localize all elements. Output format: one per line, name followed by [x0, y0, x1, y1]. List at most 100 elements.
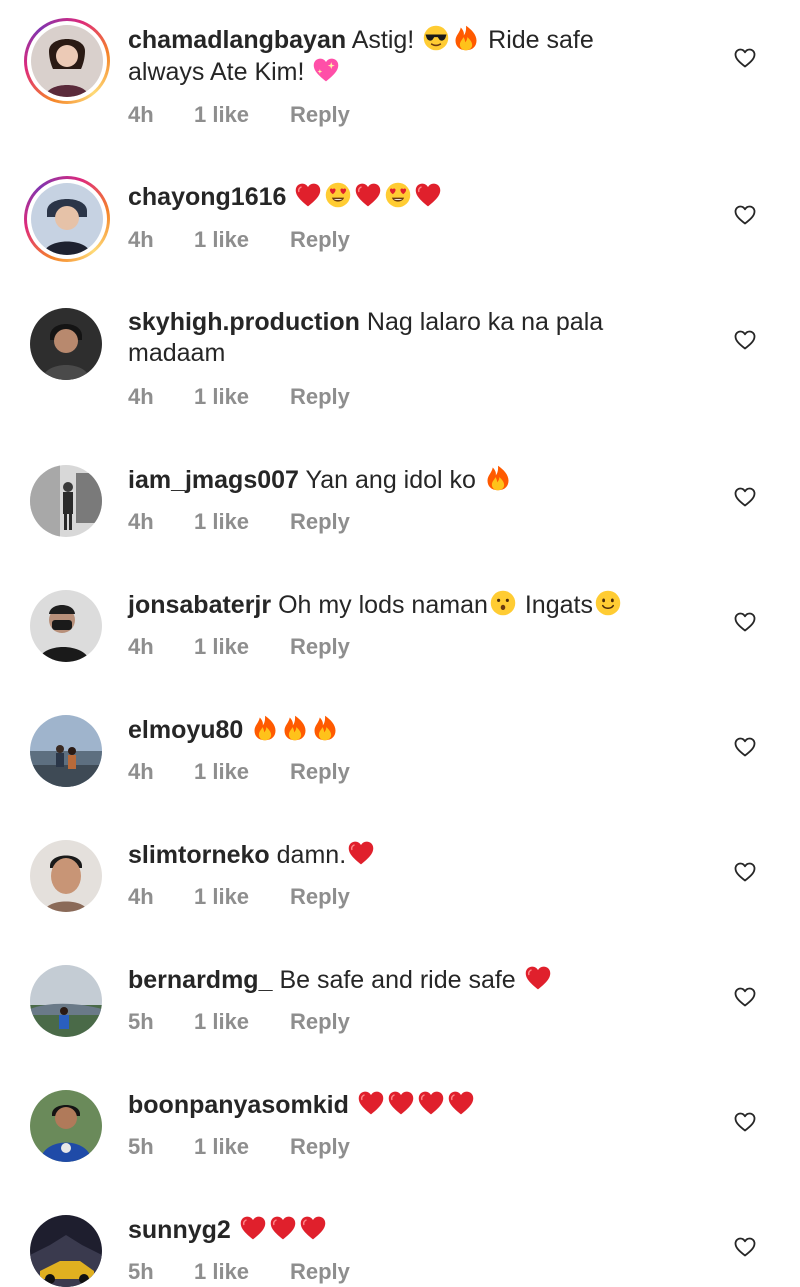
comment-timestamp: 4h: [128, 227, 154, 252]
like-heart-icon[interactable]: [733, 985, 757, 1009]
avatar-image: [31, 183, 103, 255]
comment-like-count[interactable]: 1 like: [194, 227, 290, 253]
comment-text-line2: madaam: [128, 339, 226, 367]
like-heart-icon[interactable]: [733, 328, 757, 352]
avatar[interactable]: [30, 965, 102, 1037]
comment-timestamp: 5h: [128, 1259, 154, 1284]
reply-button[interactable]: Reply: [290, 634, 350, 660]
comment-username[interactable]: skyhigh.production: [128, 308, 360, 336]
avatar[interactable]: [30, 1090, 102, 1162]
heart-emoji-icon: [239, 1214, 267, 1242]
avatar[interactable]: [30, 840, 102, 912]
comment-username[interactable]: bernardmg_: [128, 966, 272, 994]
like-heart-icon[interactable]: [733, 203, 757, 227]
heart-emoji-icon: [447, 1089, 475, 1117]
comment-username[interactable]: chayong1616: [128, 183, 286, 211]
comment-username[interactable]: jonsabaterjr: [128, 591, 271, 619]
comment-like-count[interactable]: 1 like: [194, 384, 290, 410]
sparkling-heart-emoji-icon: [312, 56, 340, 84]
fire-emoji-icon: [311, 714, 339, 742]
sunglasses-emoji-icon: [422, 24, 450, 52]
comment-like-count[interactable]: 1 like: [194, 1009, 290, 1035]
comment-like-count[interactable]: 1 like: [194, 509, 290, 535]
comment-like-count[interactable]: 1 like: [194, 1134, 290, 1160]
comment-username[interactable]: sunnyg2: [128, 1216, 231, 1244]
comment-like-count[interactable]: 1 like: [194, 634, 290, 660]
reply-button[interactable]: Reply: [290, 1009, 350, 1035]
avatar[interactable]: [30, 308, 102, 380]
heart-emoji-icon: [294, 181, 322, 209]
comment-text: Be safe and ride safe: [279, 966, 516, 994]
heart-emoji-icon: [387, 1089, 415, 1117]
like-heart-icon[interactable]: [733, 485, 757, 509]
fire-emoji-icon: [484, 464, 512, 492]
like-heart-icon[interactable]: [733, 46, 757, 70]
avatar-image: [31, 25, 103, 97]
avatar[interactable]: [30, 1215, 102, 1287]
like-heart-icon[interactable]: [733, 860, 757, 884]
avatar[interactable]: [30, 465, 102, 537]
heart-emoji-icon: [357, 1089, 385, 1117]
comment-username[interactable]: elmoyu80: [128, 716, 243, 744]
avatar-image: [30, 1215, 102, 1287]
fire-emoji-icon: [251, 714, 279, 742]
heart-eyes-emoji-icon: [384, 181, 412, 209]
reply-button[interactable]: Reply: [290, 884, 350, 910]
comment-timestamp: 4h: [128, 509, 154, 534]
comment-timestamp: 4h: [128, 102, 154, 127]
reply-button[interactable]: Reply: [290, 1134, 350, 1160]
comment-like-count[interactable]: 1 like: [194, 1259, 290, 1285]
avatar[interactable]: [24, 18, 110, 104]
avatar-image: [30, 715, 102, 787]
reply-button[interactable]: Reply: [290, 1259, 350, 1285]
reply-button[interactable]: Reply: [290, 384, 350, 410]
comment-like-count[interactable]: 1 like: [194, 759, 290, 785]
comment-timestamp: 4h: [128, 634, 154, 659]
avatar-image: [30, 590, 102, 662]
fire-emoji-icon: [452, 24, 480, 52]
comment-like-count[interactable]: 1 like: [194, 884, 290, 910]
reply-button[interactable]: Reply: [290, 509, 350, 535]
avatar[interactable]: [24, 176, 110, 262]
like-heart-icon[interactable]: [733, 735, 757, 759]
like-heart-icon[interactable]: [733, 1110, 757, 1134]
comment-username[interactable]: chamadlangbayan: [128, 26, 346, 54]
avatar-image: [30, 1090, 102, 1162]
comment-timestamp: 5h: [128, 1134, 154, 1159]
heart-emoji-icon: [269, 1214, 297, 1242]
reply-button[interactable]: Reply: [290, 102, 350, 128]
reply-button[interactable]: Reply: [290, 759, 350, 785]
comment-text-continued: Ingats: [524, 591, 593, 619]
hushed-face-emoji-icon: [489, 589, 517, 617]
avatar-image: [30, 840, 102, 912]
avatar[interactable]: [30, 715, 102, 787]
smiling-face-emoji-icon: [594, 589, 622, 617]
heart-emoji-icon: [354, 181, 382, 209]
comment-username[interactable]: iam_jmags007: [128, 466, 299, 494]
comment-timestamp: 4h: [128, 884, 154, 909]
like-heart-icon[interactable]: [733, 1235, 757, 1259]
like-heart-icon[interactable]: [733, 610, 757, 634]
comment-text: Astig!: [351, 26, 415, 54]
reply-button[interactable]: Reply: [290, 227, 350, 253]
heart-emoji-icon: [347, 839, 375, 867]
comment-text: Oh my lods naman: [278, 591, 488, 619]
comment-username[interactable]: boonpanyasomkid: [128, 1091, 349, 1119]
fire-emoji-icon: [281, 714, 309, 742]
heart-emoji-icon: [524, 964, 552, 992]
comment-text-continued: Ride safe: [488, 26, 594, 54]
comment-username[interactable]: slimtorneko: [128, 841, 270, 869]
comment-text: Nag lalaro ka na pala: [366, 308, 604, 336]
comment-timestamp: 4h: [128, 759, 154, 784]
comment-timestamp: 5h: [128, 1009, 154, 1034]
heart-emoji-icon: [414, 181, 442, 209]
avatar[interactable]: [30, 590, 102, 662]
heart-emoji-icon: [299, 1214, 327, 1242]
heart-eyes-emoji-icon: [324, 181, 352, 209]
comment-text: damn.: [276, 841, 347, 869]
avatar-image: [30, 308, 102, 380]
avatar-image: [30, 465, 102, 537]
comment-like-count[interactable]: 1 like: [194, 102, 290, 128]
heart-emoji-icon: [417, 1089, 445, 1117]
comment-text: Yan ang idol ko: [305, 466, 476, 494]
